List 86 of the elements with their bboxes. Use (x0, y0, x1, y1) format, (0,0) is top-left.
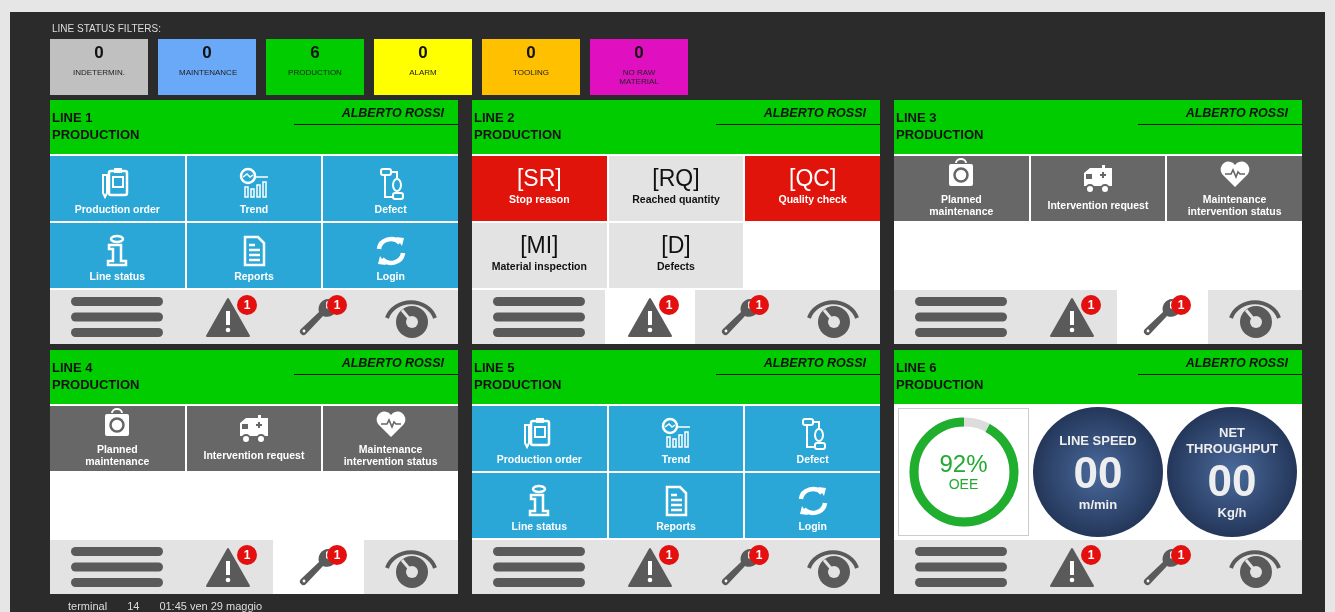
notification-badge: 1 (749, 295, 769, 316)
maintenance-tile[interactable]: Intervention request (1030, 155, 1166, 221)
line-name: LINE 3 (896, 108, 937, 126)
status-filter[interactable]: 0 INDETERMIN. (50, 39, 148, 95)
status-filter[interactable]: 0 TOOLING (482, 39, 580, 95)
action-tile[interactable]: [MI] Material inspection (472, 222, 607, 288)
menu-icon (492, 547, 585, 588)
line-name: LINE 1 (52, 108, 93, 126)
operator-name: ALBERTO ROSSI (294, 356, 458, 375)
notification-badge: 1 (237, 545, 257, 566)
notification-badge: 1 (237, 295, 257, 316)
warning-icon (206, 297, 250, 338)
status-filter[interactable]: 6 PRODUCTION (266, 39, 364, 95)
line-status: PRODUCTION (896, 125, 984, 143)
action-tile[interactable]: [D] Defects (608, 222, 744, 288)
menu-tile[interactable]: Defect (745, 405, 880, 471)
alerts-toolbar-button[interactable]: 1 (605, 290, 695, 344)
operator-name: ALBERTO ROSSI (1138, 356, 1302, 375)
maintenance-tile[interactable]: Planned maintenance (894, 155, 1029, 221)
maintenance-toolbar-button[interactable]: 1 (273, 540, 364, 594)
notification-badge: 1 (327, 295, 347, 316)
terminal-number: 14 (127, 600, 140, 612)
line-status: PRODUCTION (474, 375, 562, 393)
warning-icon (206, 547, 250, 588)
menu-tile[interactable]: Reports (186, 222, 322, 288)
notification-badge: 1 (1081, 545, 1101, 566)
action-tile[interactable]: [SR] Stop reason (472, 155, 607, 221)
kpi-unit: m/min (1078, 496, 1118, 512)
status-filter[interactable]: 0 ALARM (374, 39, 472, 95)
line-name: LINE 5 (474, 358, 515, 376)
menu-tile[interactable]: Production order (472, 405, 607, 471)
operator-name: ALBERTO ROSSI (1138, 106, 1302, 125)
menu-icon (70, 297, 163, 338)
line-status: PRODUCTION (52, 125, 140, 143)
filters-title: LINE STATUS FILTERS: (52, 23, 161, 34)
notification-badge: 1 (1171, 545, 1191, 566)
menu-icon (492, 297, 585, 338)
warning-icon (1050, 297, 1094, 338)
warning-icon (628, 547, 672, 588)
maintenance-tile[interactable]: Maintenance intervention status (1167, 155, 1302, 221)
warning-icon (628, 297, 672, 338)
menu-tile[interactable]: Line status (50, 222, 185, 288)
terminal-label: terminal (68, 600, 108, 612)
notification-badge: 1 (659, 295, 679, 316)
status-filter[interactable]: 0 NO RAW MATERIAL (590, 39, 688, 95)
oee-value: 92% (939, 452, 988, 477)
menu-tile[interactable]: Trend (186, 155, 322, 221)
menu-tile[interactable]: Production order (50, 155, 185, 221)
action-tile[interactable]: [QC] Quality check (745, 155, 880, 221)
notification-badge: 1 (1081, 295, 1101, 316)
date-time: 01:45 ven 29 maggio (159, 600, 263, 612)
line-status: PRODUCTION (474, 125, 562, 143)
notification-badge: 1 (659, 545, 679, 566)
menu-tile[interactable]: Defect (323, 155, 458, 221)
operator-name: ALBERTO ROSSI (716, 356, 880, 375)
line-name: LINE 6 (896, 358, 937, 376)
menu-icon (914, 547, 1007, 588)
line-status: PRODUCTION (52, 375, 140, 393)
menu-tile[interactable]: Reports (608, 472, 744, 538)
maintenance-toolbar-button[interactable]: 1 (1117, 290, 1208, 344)
menu-tile[interactable]: Trend (608, 405, 744, 471)
line-status: PRODUCTION (896, 375, 984, 393)
maintenance-tile[interactable]: Planned maintenance (50, 405, 185, 471)
kpi-title: NET THROUGHPUT (1185, 424, 1279, 457)
menu-tile[interactable]: Line status (472, 472, 607, 538)
kpi-title: LINE SPEED (1058, 432, 1138, 449)
maintenance-tile[interactable]: Maintenance intervention status (323, 405, 458, 471)
kpi-value: 00 (1207, 456, 1257, 505)
oee-label: OEE (948, 476, 979, 493)
line-name: LINE 2 (474, 108, 515, 126)
notification-badge: 1 (749, 545, 769, 566)
warning-icon (1050, 547, 1094, 588)
kpi-unit: Kg/h (1217, 504, 1247, 520)
menu-icon (914, 297, 1007, 338)
kpi-value: 00 (1073, 448, 1123, 497)
operator-name: ALBERTO ROSSI (716, 106, 880, 125)
status-filter[interactable]: 0 MAINTENANCE (158, 39, 256, 95)
line-name: LINE 4 (52, 358, 93, 376)
menu-tile[interactable]: Login (323, 222, 458, 288)
notification-badge: 1 (327, 545, 347, 566)
action-tile[interactable]: [RQ] Reached quantity (608, 155, 744, 221)
menu-tile[interactable]: Login (745, 472, 880, 538)
operator-name: ALBERTO ROSSI (294, 106, 458, 125)
notification-badge: 1 (1171, 295, 1191, 316)
maintenance-tile[interactable]: Intervention request (186, 405, 322, 471)
menu-icon (70, 547, 163, 588)
